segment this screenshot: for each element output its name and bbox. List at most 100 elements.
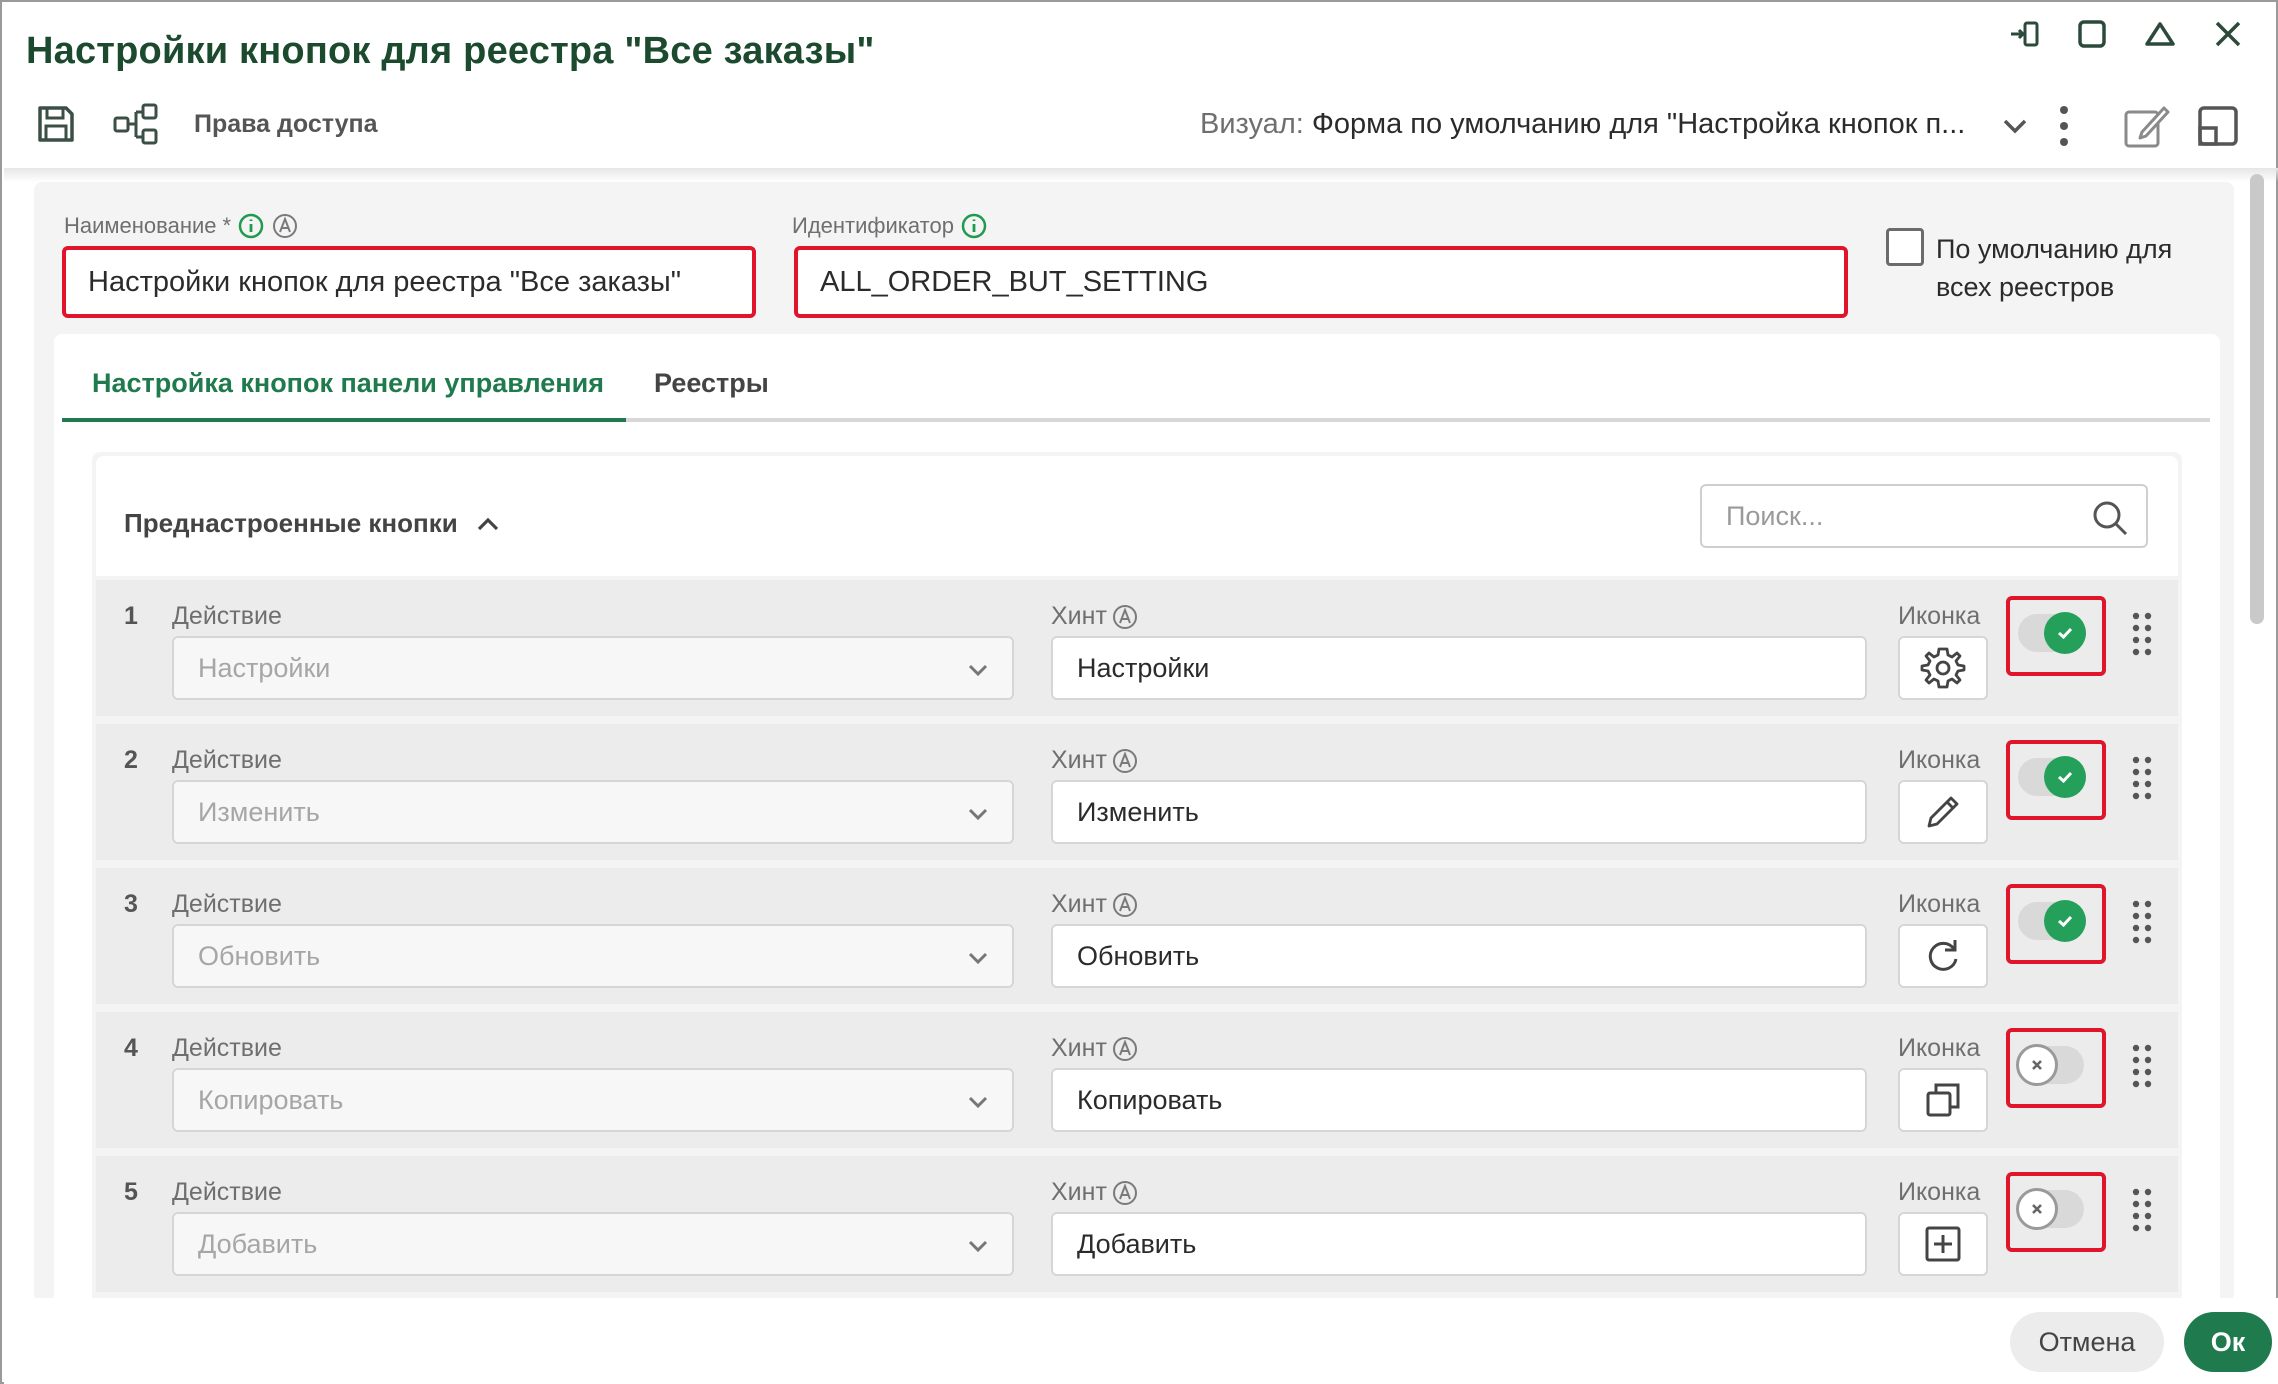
enabled-toggle[interactable] [2018,900,2086,942]
dialog-window: Настройки кнопок для реестра "Все заказы… [0,0,2278,1384]
drag-handle-icon[interactable] [2130,1042,2154,1090]
icon-picker-button[interactable] [1898,1068,1988,1132]
more-options-icon[interactable] [2054,102,2074,150]
disabled-toggle[interactable] [2016,1188,2084,1230]
pencil-icon [1927,796,1959,828]
icon-picker-button[interactable] [1898,780,1988,844]
identifier-input[interactable]: ALL_ORDER_BUT_SETTING [794,246,1848,318]
auto-translate-icon[interactable] [271,212,299,240]
hint-input[interactable]: Настройки [1051,636,1867,700]
action-select[interactable]: Изменить [172,780,1014,844]
id-label-group: Идентификатор [792,212,988,240]
row-number: 3 [124,890,138,918]
visual-selector[interactable]: Визуал: Форма по умолчанию для "Настройк… [1200,108,1965,141]
info-icon[interactable] [960,212,988,240]
name-input[interactable]: Настройки кнопок для реестра "Все заказы… [62,246,756,318]
toggle-knob [2044,756,2086,798]
visual-value: Форма по умолчанию для "Настройка кнопок… [1311,108,1966,140]
section-title[interactable]: Преднастроенные кнопки [124,508,502,539]
chevron-down-icon[interactable] [1997,108,2033,144]
disabled-toggle[interactable] [2016,1044,2084,1086]
check-icon [2058,915,2073,928]
action-select[interactable]: Добавить [172,1212,1014,1276]
hint-label-group: Хинт [1051,746,1139,775]
ok-button[interactable]: Ок [2184,1312,2272,1372]
auto-translate-icon[interactable] [1111,747,1139,775]
chevron-down-icon [968,1096,988,1109]
auto-translate-icon[interactable] [1111,1179,1139,1207]
hint-label-group: Хинт [1051,602,1139,631]
chevron-down-icon [968,952,988,965]
window-controls [2004,14,2248,54]
search-icon[interactable] [2090,498,2130,538]
active-tab-indicator [62,418,626,422]
hint-label-group: Хинт [1051,890,1139,919]
check-icon [2058,627,2073,640]
icon-label: Иконка [1898,1178,1981,1206]
hint-input[interactable]: Копировать [1051,1068,1867,1132]
button-row: 2 Действие Изменить Хинт Изменить Иконка [96,724,2178,860]
search-input[interactable]: Поиск... [1700,484,2148,548]
check-icon [2058,771,2073,784]
icon-picker-button[interactable] [1898,1212,1988,1276]
action-select[interactable]: Настройки [172,636,1014,700]
visual-label: Визуал: [1200,108,1304,140]
row-number: 1 [124,602,138,630]
action-value: Изменить [198,796,320,827]
chevron-down-icon [968,664,988,677]
drag-handle-icon[interactable] [2130,754,2154,802]
gear-icon [1920,647,1966,689]
access-rights-link[interactable]: Права доступа [194,110,378,139]
id-label: Идентификатор [792,213,954,238]
toggle-knob [2044,900,2086,942]
action-label: Действие [172,1178,282,1206]
icon-label: Иконка [1898,890,1981,918]
drag-handle-icon[interactable] [2130,1186,2154,1234]
drag-handle-icon[interactable] [2130,610,2154,658]
hint-input[interactable]: Добавить [1051,1212,1867,1276]
collapse-icon[interactable] [2140,14,2180,54]
action-value: Настройки [198,652,331,683]
info-icon[interactable] [237,212,265,240]
enabled-toggle[interactable] [2018,756,2086,798]
tab-button-settings[interactable]: Настройка кнопок панели управления [92,368,604,399]
name-label-group: Наименование * [64,212,299,240]
default-label-line2: всех реестров [1936,272,2115,302]
chevron-down-icon [968,1240,988,1253]
cancel-button[interactable]: Отмена [2010,1312,2164,1372]
side-panel-icon[interactable] [2192,100,2244,152]
action-label: Действие [172,746,282,774]
auto-translate-icon[interactable] [1111,603,1139,631]
action-select[interactable]: Копировать [172,1068,1014,1132]
chevron-up-icon[interactable] [474,514,502,534]
icon-picker-button[interactable] [1898,924,1988,988]
toggle-knob [2016,1044,2058,1086]
plus-square-icon [1925,1226,1961,1262]
row-number: 4 [124,1034,138,1062]
action-label: Действие [172,890,282,918]
save-icon[interactable] [32,100,80,148]
maximize-icon[interactable] [2072,14,2112,54]
action-label: Действие [172,602,282,630]
icon-label: Иконка [1898,746,1981,774]
required-mark: * [222,213,232,238]
icon-picker-button[interactable] [1898,636,1988,700]
hint-input[interactable]: Обновить [1051,924,1867,988]
drag-handle-icon[interactable] [2130,898,2154,946]
enabled-toggle[interactable] [2018,612,2086,654]
pin-icon[interactable] [2004,14,2044,54]
refresh-icon [1928,940,1958,971]
share-icon[interactable] [112,100,160,148]
default-for-all-checkbox[interactable] [1886,228,1924,266]
hint-label: Хинт [1051,746,1107,774]
action-select[interactable]: Обновить [172,924,1014,988]
auto-translate-icon[interactable] [1111,1035,1139,1063]
hint-input[interactable]: Изменить [1051,780,1867,844]
scrollbar[interactable] [2250,174,2264,624]
tab-registries[interactable]: Реестры [654,368,769,399]
default-for-all-label: По умолчанию для всех реестров [1936,230,2172,306]
row-number: 2 [124,746,138,774]
auto-translate-icon[interactable] [1111,891,1139,919]
edit-form-icon[interactable] [2120,100,2172,152]
close-icon[interactable] [2208,14,2248,54]
